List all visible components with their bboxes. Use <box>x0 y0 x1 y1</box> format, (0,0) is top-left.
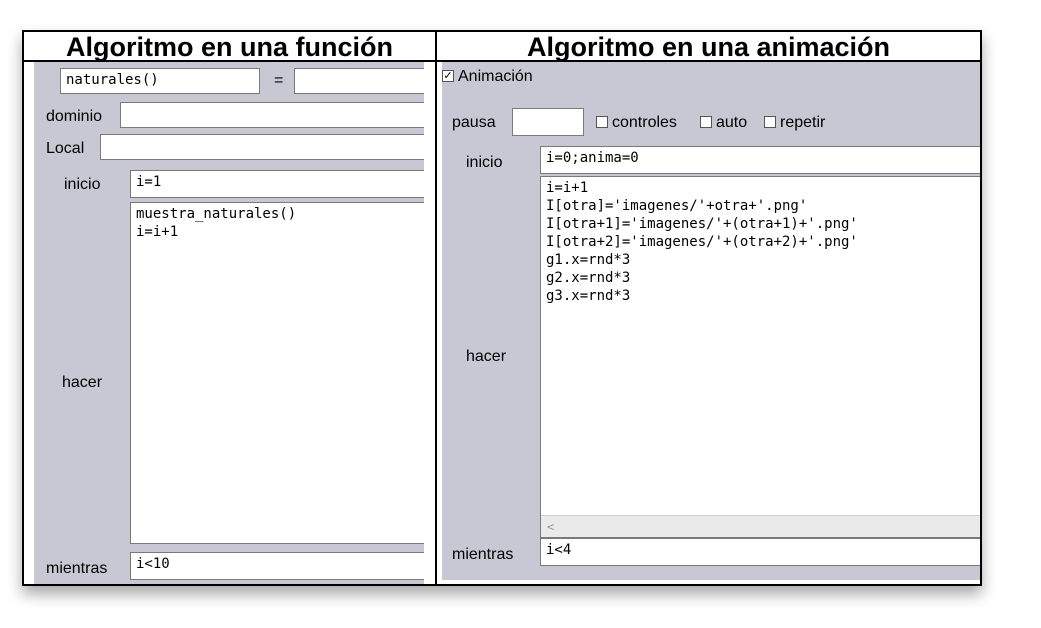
hacer-textarea[interactable]: i=i+1 I[otra]='imagenes/'+otra+'.png' I[ot… <box>540 176 980 538</box>
function-name-field[interactable]: naturales() <box>60 68 260 94</box>
column-divider <box>435 32 437 584</box>
repetir-label: repetir <box>780 114 826 131</box>
checkmark-icon: ✓ <box>443 70 453 82</box>
comparison-table: Algoritmo en una función Algoritmo en un… <box>22 30 982 586</box>
mientras-field[interactable]: i<10 <box>130 552 424 580</box>
animacion-checkbox[interactable]: ✓ <box>442 70 454 82</box>
code-line: i=i+1 <box>546 180 589 196</box>
dominio-label: dominio <box>46 108 103 125</box>
code-line: i=i+1 <box>136 224 179 240</box>
code-line: I[otra]='imagenes/'+otra+'.png' <box>546 198 808 214</box>
repetir-checkbox[interactable] <box>764 116 776 128</box>
hacer-content: i=i+1 I[otra]='imagenes/'+otra+'.png' I[ot… <box>546 179 975 305</box>
pausa-label: pausa <box>452 114 496 131</box>
code-line: g3.x=rnd*3 <box>546 288 631 304</box>
code-line: I[otra+2]='imagenes/'+(otra+2)+'.png' <box>546 234 858 250</box>
inicio-field[interactable]: i=1 <box>130 170 424 198</box>
mientras-label: mientras <box>46 560 108 577</box>
code-line: muestra_naturales() <box>136 206 297 222</box>
animacion-label: Animación <box>458 68 533 85</box>
right-column-title: Algoritmo en una animación <box>526 32 891 62</box>
mientras-field[interactable]: i<4 <box>540 538 980 566</box>
code-line: g2.x=rnd*3 <box>546 270 631 286</box>
horizontal-scrollbar[interactable]: < <box>541 515 980 537</box>
scroll-left-arrow-icon[interactable]: < <box>547 518 554 536</box>
auto-checkbox[interactable] <box>700 116 712 128</box>
controles-label: controles <box>612 114 677 131</box>
auto-label: auto <box>716 114 748 131</box>
function-expression-field[interactable] <box>294 68 424 94</box>
equals-sign: = <box>274 72 284 89</box>
code-line: g1.x=rnd*3 <box>546 252 631 268</box>
mientras-label: mientras <box>452 546 514 563</box>
inicio-label: inicio <box>466 154 503 171</box>
code-line: I[otra+1]='imagenes/'+(otra+1)+'.png' <box>546 216 858 232</box>
inicio-label: inicio <box>64 176 101 193</box>
function-panel: naturales() = dominio Local inicio i=1 h… <box>34 62 424 584</box>
hacer-label: hacer <box>62 374 103 391</box>
pausa-field[interactable] <box>512 108 584 136</box>
hacer-textarea[interactable]: muestra_naturales() i=i+1 <box>130 202 424 544</box>
hacer-label: hacer <box>466 348 507 365</box>
controles-checkbox[interactable] <box>596 116 608 128</box>
left-column-title: Algoritmo en una función <box>66 32 393 62</box>
animation-panel: ✓ Animación pausa controles auto repetir… <box>442 62 980 580</box>
local-field[interactable] <box>100 134 424 160</box>
dominio-field[interactable] <box>120 102 424 128</box>
local-label: Local <box>46 140 85 157</box>
inicio-field[interactable]: i=0;anima=0 <box>540 146 980 174</box>
